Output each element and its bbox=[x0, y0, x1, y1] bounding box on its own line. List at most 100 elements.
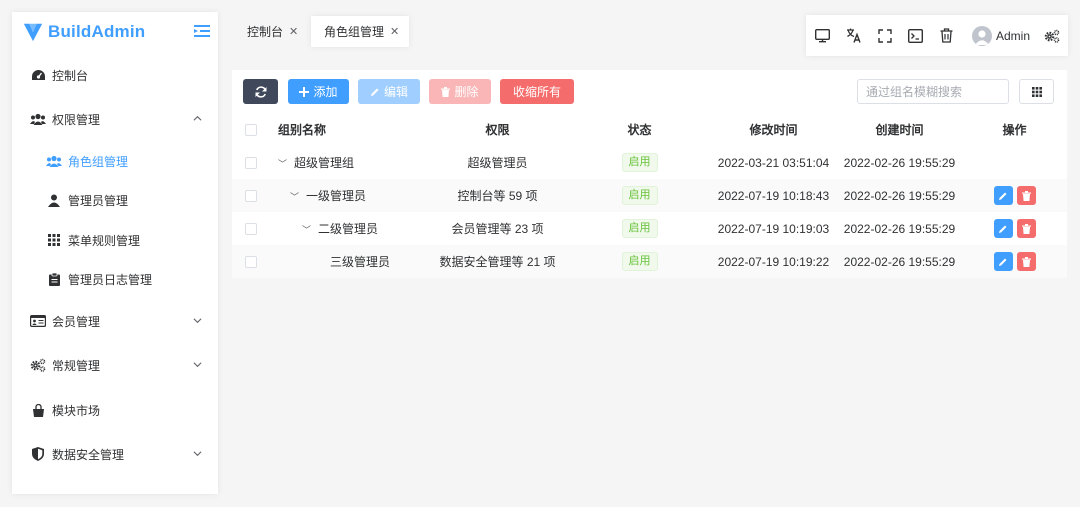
group-name: 超级管理组 bbox=[294, 156, 355, 170]
row-edit-button[interactable] bbox=[993, 186, 1013, 205]
sidebar-item-admin[interactable]: 管理员管理 bbox=[12, 182, 218, 218]
row-checkbox[interactable] bbox=[245, 157, 257, 170]
column-header-update-time[interactable]: 修改时间 bbox=[710, 113, 837, 146]
pencil-icon bbox=[370, 87, 380, 97]
group-name: 一级管理员 bbox=[306, 189, 367, 203]
collapse-all-button[interactable]: 收缩所有 bbox=[500, 79, 574, 104]
avatar[interactable] bbox=[972, 26, 992, 46]
sidebar-item-label: 管理员管理 bbox=[68, 193, 129, 208]
row-delete-button[interactable] bbox=[1016, 252, 1036, 271]
sidebar-item-label: 管理员日志管理 bbox=[68, 272, 153, 287]
add-button-label: 添加 bbox=[313, 85, 338, 99]
app-name: BuildAdmin bbox=[48, 22, 146, 41]
table-header-row: 组别名称 权限 状态 修改时间 创建时间 操作 bbox=[232, 113, 1067, 146]
chevron-down-icon[interactable]: ﹀ bbox=[278, 157, 288, 170]
row-actions bbox=[962, 245, 1067, 278]
row-delete-button[interactable] bbox=[1016, 186, 1036, 205]
column-header-create-time[interactable]: 创建时间 bbox=[837, 113, 962, 146]
chevron-up-icon bbox=[193, 115, 202, 121]
edit-button-label: 编辑 bbox=[383, 85, 408, 99]
users-icon bbox=[30, 111, 46, 127]
select-all-checkbox[interactable] bbox=[245, 124, 257, 137]
buildadmin-logo-icon bbox=[23, 23, 43, 42]
delete-button[interactable]: 删除 bbox=[429, 79, 491, 104]
translate-icon[interactable] bbox=[845, 27, 862, 44]
users-icon bbox=[46, 153, 62, 169]
group-rules: 数据安全管理等 21 项 bbox=[426, 245, 569, 278]
sidebar-item-routine[interactable]: 常规管理 bbox=[12, 347, 218, 383]
sidebar-item-module-market[interactable]: 模块市场 bbox=[12, 392, 218, 428]
column-settings-button[interactable] bbox=[1019, 79, 1054, 104]
tab-label: 角色组管理 bbox=[324, 25, 385, 39]
status-badge: 启用 bbox=[621, 186, 658, 205]
chevron-down-icon[interactable]: ﹀ bbox=[290, 190, 300, 203]
terminal-icon[interactable] bbox=[907, 27, 924, 44]
row-edit-button[interactable] bbox=[993, 219, 1013, 238]
row-actions bbox=[962, 146, 1067, 179]
row-edit-button[interactable] bbox=[993, 252, 1013, 271]
sidebar-item-label: 菜单规则管理 bbox=[68, 233, 141, 248]
row-actions bbox=[962, 212, 1067, 245]
username[interactable]: Admin bbox=[996, 29, 1030, 43]
column-header-name[interactable]: 组别名称 bbox=[270, 113, 426, 146]
refresh-button[interactable] bbox=[243, 79, 278, 104]
table-row[interactable]: ﹀ 超级管理组 超级管理员 启用 2022-03-21 03:51:04 2022… bbox=[232, 146, 1067, 179]
sidebar-item-label: 数据安全管理 bbox=[52, 447, 125, 462]
pencil-icon bbox=[999, 258, 1007, 266]
status-badge: 启用 bbox=[621, 252, 658, 271]
row-delete-button[interactable] bbox=[1016, 219, 1036, 238]
row-checkbox[interactable] bbox=[245, 256, 257, 269]
collapse-all-button-label: 收缩所有 bbox=[512, 85, 561, 99]
add-button[interactable]: 添加 bbox=[288, 79, 349, 104]
tab-role-group[interactable]: 角色组管理 ✕ bbox=[311, 16, 410, 47]
group-rules: 超级管理员 bbox=[467, 156, 528, 170]
user-icon bbox=[46, 192, 62, 208]
table-row[interactable]: 三级管理员 数据安全管理等 21 项 启用 2022-07-19 10:19:2… bbox=[232, 245, 1067, 278]
column-header-actions: 操作 bbox=[1002, 123, 1027, 137]
search-input[interactable] bbox=[857, 79, 1009, 104]
create-time: 2022-02-26 19:55:29 bbox=[837, 179, 962, 212]
update-time: 2022-07-19 10:19:03 bbox=[717, 221, 830, 236]
sidebar-item-member[interactable]: 会员管理 bbox=[12, 303, 218, 339]
sidebar-item-dashboard[interactable]: 控制台 bbox=[12, 57, 218, 93]
select-all-cell bbox=[232, 113, 270, 146]
menu-fold-icon[interactable] bbox=[194, 24, 210, 38]
edit-button[interactable]: 编辑 bbox=[358, 79, 420, 104]
fullscreen-icon[interactable] bbox=[876, 27, 893, 44]
sidebar-item-security[interactable]: 数据安全管理 bbox=[12, 436, 218, 472]
shopping-bag-icon bbox=[30, 402, 46, 418]
row-checkbox[interactable] bbox=[245, 223, 257, 236]
update-time: 2022-03-21 03:51:04 bbox=[717, 155, 830, 170]
row-checkbox[interactable] bbox=[245, 190, 257, 203]
settings-icon[interactable] bbox=[1043, 27, 1060, 44]
clipboard-icon bbox=[46, 271, 62, 287]
update-time: 2022-07-19 10:19:22 bbox=[710, 245, 837, 278]
sidebar-item-menu-rule[interactable]: 菜单规则管理 bbox=[12, 222, 218, 258]
plus-icon bbox=[299, 86, 310, 97]
update-time: 2022-07-19 10:18:43 bbox=[710, 179, 837, 212]
table-row[interactable]: ﹀ 一级管理员 控制台等 59 项 启用 2022-07-19 10:18:43 … bbox=[232, 179, 1067, 212]
trash-icon bbox=[1021, 190, 1031, 201]
sidebar-item-admin-log[interactable]: 管理员日志管理 bbox=[12, 261, 218, 297]
create-time: 2022-02-26 19:55:29 bbox=[843, 155, 956, 170]
column-header-status[interactable]: 状态 bbox=[569, 113, 710, 146]
monitor-icon[interactable] bbox=[814, 27, 831, 44]
sidebar-item-label: 权限管理 bbox=[52, 112, 101, 127]
close-icon[interactable]: ✕ bbox=[390, 25, 399, 38]
sidebar-item-permission[interactable]: 权限管理 bbox=[12, 101, 218, 137]
sidebar-item-label: 控制台 bbox=[52, 68, 89, 83]
dashboard-icon bbox=[30, 67, 46, 83]
close-icon[interactable]: ✕ bbox=[289, 25, 298, 38]
table-row[interactable]: ﹀ 二级管理员 会员管理等 23 项 启用 2022-07-19 10:19:03… bbox=[232, 212, 1067, 245]
sidebar-item-label: 常规管理 bbox=[52, 358, 101, 373]
column-header-rules[interactable]: 权限 bbox=[426, 113, 569, 146]
chevron-down-icon bbox=[193, 451, 202, 457]
tab-dashboard[interactable]: 控制台 ✕ bbox=[234, 16, 308, 47]
trash-icon[interactable] bbox=[938, 27, 955, 44]
group-name: 二级管理员 bbox=[318, 222, 379, 236]
tab-label: 控制台 bbox=[247, 25, 284, 39]
sidebar-item-role-group[interactable]: 角色组管理 bbox=[12, 143, 218, 179]
sidebar-item-label: 角色组管理 bbox=[68, 154, 129, 169]
chevron-down-icon[interactable]: ﹀ bbox=[302, 223, 312, 236]
group-name: 三级管理员 bbox=[330, 255, 391, 269]
